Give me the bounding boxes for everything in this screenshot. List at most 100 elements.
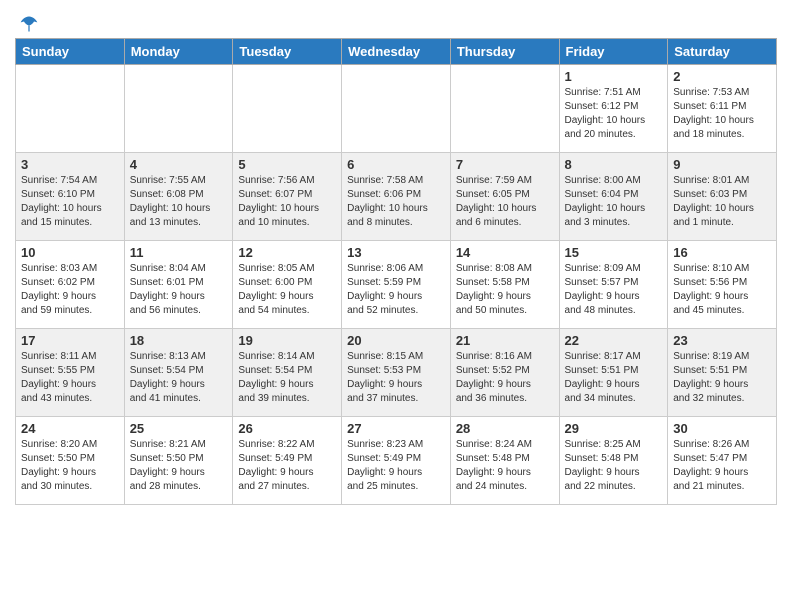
day-number: 10 <box>21 245 119 260</box>
calendar-cell: 24 Sunrise: 8:20 AM Sunset: 5:50 PM Dayli… <box>16 417 125 505</box>
cell-info: Sunrise: 8:11 AM Sunset: 5:55 PM Dayligh… <box>21 350 119 406</box>
calendar-cell: 28 Sunrise: 8:24 AM Sunset: 5:48 PM Dayli… <box>450 417 559 505</box>
day-number: 13 <box>347 245 445 260</box>
cell-info: Sunrise: 8:20 AM Sunset: 5:50 PM Dayligh… <box>21 438 119 494</box>
day-number: 6 <box>347 157 445 172</box>
day-number: 20 <box>347 333 445 348</box>
day-number: 11 <box>130 245 228 260</box>
cell-info: Sunrise: 8:06 AM Sunset: 5:59 PM Dayligh… <box>347 262 445 318</box>
day-number: 14 <box>456 245 554 260</box>
cell-info: Sunrise: 8:23 AM Sunset: 5:49 PM Dayligh… <box>347 438 445 494</box>
cell-info: Sunrise: 8:04 AM Sunset: 6:01 PM Dayligh… <box>130 262 228 318</box>
cell-info: Sunrise: 8:19 AM Sunset: 5:51 PM Dayligh… <box>673 350 771 406</box>
calendar-cell: 23 Sunrise: 8:19 AM Sunset: 5:51 PM Dayli… <box>668 329 777 417</box>
calendar-cell: 18 Sunrise: 8:13 AM Sunset: 5:54 PM Dayli… <box>124 329 233 417</box>
day-number: 7 <box>456 157 554 172</box>
calendar-week-row: 3Sunrise: 7:54 AM Sunset: 6:10 PM Daylig… <box>16 153 777 241</box>
cell-info: Sunrise: 8:10 AM Sunset: 5:56 PM Dayligh… <box>673 262 771 318</box>
calendar-cell: 13 Sunrise: 8:06 AM Sunset: 5:59 PM Dayli… <box>342 241 451 329</box>
calendar-cell: 27 Sunrise: 8:23 AM Sunset: 5:49 PM Dayli… <box>342 417 451 505</box>
calendar-cell <box>233 65 342 153</box>
cell-info: Sunrise: 7:51 AM Sunset: 6:12 PM Dayligh… <box>565 86 663 142</box>
cell-info: Sunrise: 8:26 AM Sunset: 5:47 PM Dayligh… <box>673 438 771 494</box>
cell-info: Sunrise: 7:59 AM Sunset: 6:05 PM Dayligh… <box>456 174 554 230</box>
calendar-week-row: 1Sunrise: 7:51 AM Sunset: 6:12 PM Daylig… <box>16 65 777 153</box>
day-number: 19 <box>238 333 336 348</box>
cell-info: Sunrise: 8:14 AM Sunset: 5:54 PM Dayligh… <box>238 350 336 406</box>
calendar-week-row: 10 Sunrise: 8:03 AM Sunset: 6:02 PM Dayli… <box>16 241 777 329</box>
calendar-cell: 22 Sunrise: 8:17 AM Sunset: 5:51 PM Dayli… <box>559 329 668 417</box>
cell-info: Sunrise: 8:21 AM Sunset: 5:50 PM Dayligh… <box>130 438 228 494</box>
day-number: 15 <box>565 245 663 260</box>
cell-info: Sunrise: 8:03 AM Sunset: 6:02 PM Dayligh… <box>21 262 119 318</box>
calendar-cell: 30 Sunrise: 8:26 AM Sunset: 5:47 PM Dayli… <box>668 417 777 505</box>
day-number: 8 <box>565 157 663 172</box>
cell-info: Sunrise: 8:17 AM Sunset: 5:51 PM Dayligh… <box>565 350 663 406</box>
cell-info: Sunrise: 8:05 AM Sunset: 6:00 PM Dayligh… <box>238 262 336 318</box>
day-number: 18 <box>130 333 228 348</box>
day-number: 26 <box>238 421 336 436</box>
calendar-cell: 21Sunrise: 8:16 AM Sunset: 5:52 PM Dayli… <box>450 329 559 417</box>
calendar-cell: 16 Sunrise: 8:10 AM Sunset: 5:56 PM Dayli… <box>668 241 777 329</box>
weekday-header-thursday: Thursday <box>450 39 559 65</box>
cell-info: Sunrise: 8:13 AM Sunset: 5:54 PM Dayligh… <box>130 350 228 406</box>
cell-info: Sunrise: 8:25 AM Sunset: 5:48 PM Dayligh… <box>565 438 663 494</box>
day-number: 25 <box>130 421 228 436</box>
calendar-week-row: 17 Sunrise: 8:11 AM Sunset: 5:55 PM Dayli… <box>16 329 777 417</box>
cell-info: Sunrise: 8:01 AM Sunset: 6:03 PM Dayligh… <box>673 174 771 230</box>
day-number: 22 <box>565 333 663 348</box>
calendar-cell: 29 Sunrise: 8:25 AM Sunset: 5:48 PM Dayli… <box>559 417 668 505</box>
day-number: 30 <box>673 421 771 436</box>
day-number: 16 <box>673 245 771 260</box>
day-number: 27 <box>347 421 445 436</box>
calendar-cell: 19 Sunrise: 8:14 AM Sunset: 5:54 PM Dayli… <box>233 329 342 417</box>
day-number: 24 <box>21 421 119 436</box>
calendar-cell: 14 Sunrise: 8:08 AM Sunset: 5:58 PM Dayli… <box>450 241 559 329</box>
cell-info: Sunrise: 8:09 AM Sunset: 5:57 PM Dayligh… <box>565 262 663 318</box>
day-number: 29 <box>565 421 663 436</box>
cell-info: Sunrise: 7:58 AM Sunset: 6:06 PM Dayligh… <box>347 174 445 230</box>
calendar-week-row: 24 Sunrise: 8:20 AM Sunset: 5:50 PM Dayli… <box>16 417 777 505</box>
calendar-cell: 9 Sunrise: 8:01 AM Sunset: 6:03 PM Daylig… <box>668 153 777 241</box>
calendar-cell <box>16 65 125 153</box>
calendar-cell: 26 Sunrise: 8:22 AM Sunset: 5:49 PM Dayli… <box>233 417 342 505</box>
calendar-cell: 15 Sunrise: 8:09 AM Sunset: 5:57 PM Dayli… <box>559 241 668 329</box>
calendar-cell: 2Sunrise: 7:53 AM Sunset: 6:11 PM Daylig… <box>668 65 777 153</box>
cell-info: Sunrise: 8:08 AM Sunset: 5:58 PM Dayligh… <box>456 262 554 318</box>
calendar-cell: 5Sunrise: 7:56 AM Sunset: 6:07 PM Daylig… <box>233 153 342 241</box>
weekday-header-tuesday: Tuesday <box>233 39 342 65</box>
calendar-cell <box>124 65 233 153</box>
day-number: 3 <box>21 157 119 172</box>
calendar-cell: 6 Sunrise: 7:58 AM Sunset: 6:06 PM Daylig… <box>342 153 451 241</box>
calendar-cell: 17 Sunrise: 8:11 AM Sunset: 5:55 PM Dayli… <box>16 329 125 417</box>
logo <box>15 14 41 34</box>
day-number: 21 <box>456 333 554 348</box>
day-number: 28 <box>456 421 554 436</box>
day-number: 12 <box>238 245 336 260</box>
day-number: 9 <box>673 157 771 172</box>
calendar-cell: 4Sunrise: 7:55 AM Sunset: 6:08 PM Daylig… <box>124 153 233 241</box>
calendar-cell: 1Sunrise: 7:51 AM Sunset: 6:12 PM Daylig… <box>559 65 668 153</box>
page-header <box>15 10 777 34</box>
calendar-cell: 8 Sunrise: 8:00 AM Sunset: 6:04 PM Daylig… <box>559 153 668 241</box>
cell-info: Sunrise: 8:22 AM Sunset: 5:49 PM Dayligh… <box>238 438 336 494</box>
weekday-header-monday: Monday <box>124 39 233 65</box>
calendar-header-row: SundayMondayTuesdayWednesdayThursdayFrid… <box>16 39 777 65</box>
calendar-cell: 25 Sunrise: 8:21 AM Sunset: 5:50 PM Dayli… <box>124 417 233 505</box>
calendar-cell: 12 Sunrise: 8:05 AM Sunset: 6:00 PM Dayli… <box>233 241 342 329</box>
weekday-header-wednesday: Wednesday <box>342 39 451 65</box>
day-number: 23 <box>673 333 771 348</box>
weekday-header-friday: Friday <box>559 39 668 65</box>
cell-info: Sunrise: 8:15 AM Sunset: 5:53 PM Dayligh… <box>347 350 445 406</box>
cell-info: Sunrise: 8:00 AM Sunset: 6:04 PM Dayligh… <box>565 174 663 230</box>
calendar-cell: 3Sunrise: 7:54 AM Sunset: 6:10 PM Daylig… <box>16 153 125 241</box>
cell-info: Sunrise: 7:56 AM Sunset: 6:07 PM Dayligh… <box>238 174 336 230</box>
calendar-cell: 10 Sunrise: 8:03 AM Sunset: 6:02 PM Dayli… <box>16 241 125 329</box>
day-number: 2 <box>673 69 771 84</box>
calendar-cell: 7 Sunrise: 7:59 AM Sunset: 6:05 PM Daylig… <box>450 153 559 241</box>
calendar-cell <box>342 65 451 153</box>
calendar-cell <box>450 65 559 153</box>
day-number: 17 <box>21 333 119 348</box>
weekday-header-sunday: Sunday <box>16 39 125 65</box>
cell-info: Sunrise: 8:24 AM Sunset: 5:48 PM Dayligh… <box>456 438 554 494</box>
